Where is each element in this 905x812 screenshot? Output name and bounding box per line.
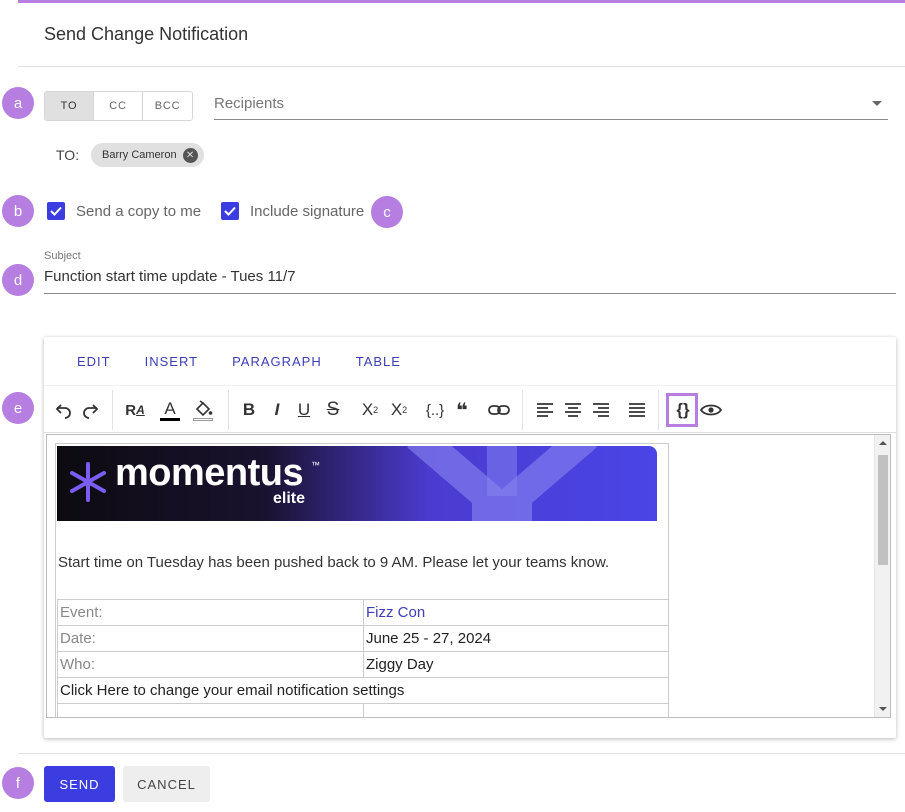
text-color-icon[interactable]: A (158, 396, 182, 424)
editor-toolbar: RA A B I U S X2 X2 {..} ❝ {} (44, 385, 896, 433)
underline-icon[interactable]: U (294, 396, 314, 424)
callout-badge-c: c (371, 196, 403, 228)
toolbar-separator (228, 390, 229, 430)
menu-edit[interactable]: EDIT (77, 354, 111, 369)
fill-color-icon[interactable] (190, 396, 216, 424)
editor-menubar: EDIT INSERT PARAGRAPH TABLE (44, 337, 896, 385)
remove-chip-icon[interactable]: ✕ (182, 147, 198, 163)
redo-icon[interactable] (78, 396, 102, 424)
send-button[interactable]: SEND (44, 766, 115, 802)
include-signature-checkbox[interactable] (221, 202, 239, 220)
callout-badge-f: f (2, 767, 34, 799)
rich-text-editor: EDIT INSERT PARAGRAPH TABLE RA A B I U S… (44, 337, 896, 738)
insert-variable-icon[interactable]: {..} (421, 396, 449, 424)
align-center-icon[interactable] (562, 396, 584, 424)
tab-to[interactable]: TO (45, 92, 94, 120)
chevron-down-icon[interactable] (872, 101, 882, 106)
table-value: June 25 - 27, 2024 (363, 625, 669, 652)
email-body: momentus ™ elite Start time on Tuesday h… (55, 443, 669, 717)
header-divider (18, 66, 905, 67)
bold-icon[interactable]: B (240, 396, 258, 424)
undo-icon[interactable] (52, 396, 76, 424)
copy-to-me-label: Send a copy to me (76, 203, 202, 220)
table-key: Date: (57, 625, 364, 652)
banner-graphic (407, 446, 597, 521)
preview-icon[interactable] (698, 396, 724, 424)
table-row: Date: June 25 - 27, 2024 (57, 625, 669, 652)
table-row (57, 703, 669, 717)
editor-scrollbar[interactable] (874, 435, 890, 717)
settings-link[interactable]: Click Here to change your email notifica… (57, 677, 669, 704)
table-key: Event: (57, 599, 364, 626)
check-icon (50, 206, 62, 216)
momentus-logo-icon (70, 462, 106, 502)
menu-paragraph[interactable]: PARAGRAPH (232, 354, 322, 369)
recipient-chip-label: Barry Cameron (102, 149, 177, 161)
menu-insert[interactable]: INSERT (145, 354, 198, 369)
callout-badge-b: b (2, 195, 34, 227)
table-value: Ziggy Day (363, 651, 669, 678)
subscript-icon[interactable]: X2 (359, 396, 381, 424)
link-icon[interactable] (487, 396, 511, 424)
table-row: Click Here to change your email notifica… (57, 677, 669, 704)
tab-bcc[interactable]: BCC (143, 92, 192, 120)
to-label: TO: (56, 147, 80, 163)
logo-trademark: ™ (311, 460, 320, 470)
include-signature-label: Include signature (250, 203, 365, 220)
recipients-select[interactable]: Recipients (214, 92, 888, 120)
blockquote-icon[interactable]: ❝ (451, 396, 473, 424)
subject-input[interactable]: Function start time update - Tues 11/7 (44, 268, 896, 294)
footer-divider (18, 753, 905, 754)
table-row: Who: Ziggy Day (57, 651, 669, 678)
callout-badge-d: d (2, 264, 34, 296)
table-empty-cell (57, 703, 364, 717)
align-right-icon[interactable] (590, 396, 612, 424)
scroll-thumb[interactable] (878, 455, 888, 565)
superscript-icon[interactable]: X2 (388, 396, 410, 424)
page-title: Send Change Notification (44, 24, 249, 44)
table-key: Who: (57, 651, 364, 678)
toolbar-separator (112, 390, 113, 430)
tab-cc[interactable]: CC (94, 92, 143, 120)
momentus-banner: momentus ™ elite (57, 446, 657, 521)
check-icon (224, 206, 236, 216)
toolbar-separator (522, 390, 523, 430)
justify-icon[interactable] (626, 396, 648, 424)
recipient-type-toggle: TO CC BCC (44, 91, 193, 121)
top-accent-bar (18, 0, 905, 3)
toolbar-separator (658, 390, 659, 430)
editor-content-area[interactable]: momentus ™ elite Start time on Tuesday h… (46, 434, 891, 718)
email-message: Start time on Tuesday has been pushed ba… (58, 554, 610, 571)
subject-label: Subject (44, 250, 81, 262)
menu-table[interactable]: TABLE (356, 354, 401, 369)
table-row: Event: Fizz Con (57, 599, 669, 626)
cancel-button[interactable]: CANCEL (123, 766, 210, 802)
logo-wordmark: momentus (115, 452, 304, 494)
scroll-up-icon[interactable] (879, 441, 887, 445)
variables-icon[interactable]: {} (670, 396, 696, 424)
callout-badge-e: e (2, 392, 34, 424)
copy-to-me-checkbox[interactable] (47, 202, 65, 220)
font-format-icon[interactable]: RA (122, 396, 148, 424)
table-empty-cell (363, 703, 669, 717)
table-value-link[interactable]: Fizz Con (363, 599, 669, 626)
callout-badge-a: a (2, 87, 34, 119)
scroll-down-icon[interactable] (879, 707, 887, 711)
align-left-icon[interactable] (534, 396, 556, 424)
italic-icon[interactable]: I (268, 396, 286, 424)
recipients-placeholder: Recipients (214, 95, 285, 112)
logo-subtitle: elite (273, 490, 306, 507)
recipient-chip: Barry Cameron ✕ (91, 143, 204, 167)
strikethrough-icon[interactable]: S (322, 396, 344, 424)
details-table: Event: Fizz Con Date: June 25 - 27, 2024… (57, 599, 669, 717)
